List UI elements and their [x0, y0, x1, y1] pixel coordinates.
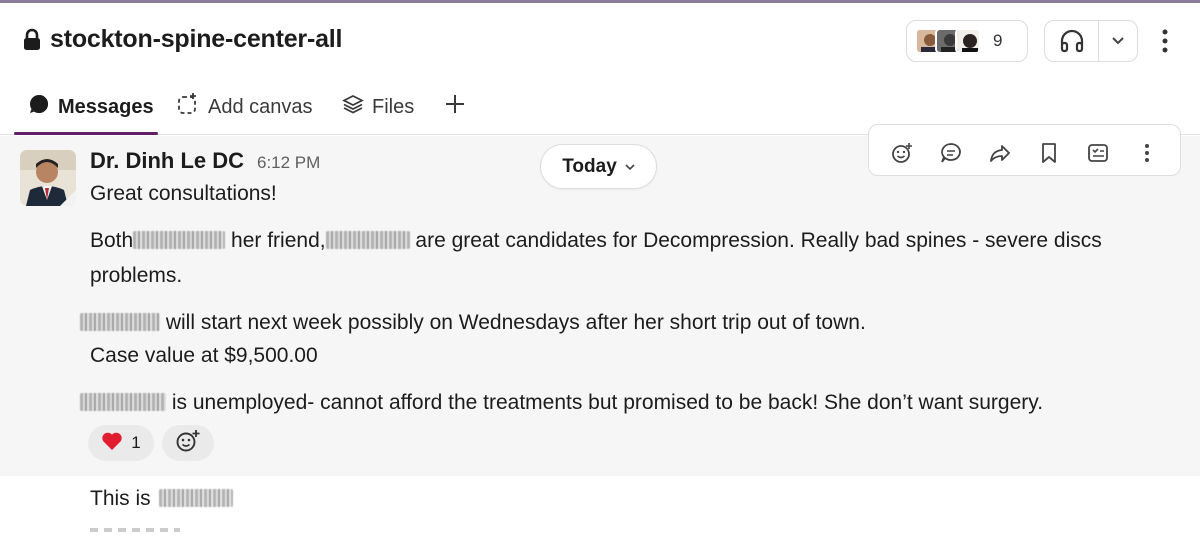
bookmark-icon[interactable] — [1034, 138, 1064, 168]
reaction-count: 1 — [131, 433, 141, 452]
tab-label: Files — [372, 95, 415, 118]
files-stack-icon — [342, 93, 364, 121]
reply-thread-icon[interactable] — [936, 138, 966, 168]
next-message-text: This is — [90, 487, 233, 511]
redacted-name — [80, 393, 166, 411]
tab-label: Messages — [58, 95, 154, 118]
sender-name[interactable]: Dr. Dinh Le DC — [90, 148, 244, 174]
member-count: 9 — [993, 31, 1003, 50]
more-actions-icon[interactable] — [1132, 138, 1162, 168]
lock-icon — [22, 28, 42, 52]
tab-label: Add canvas — [208, 95, 313, 118]
message-text-line: problems. — [90, 264, 183, 287]
add-tab-button[interactable] — [444, 92, 466, 122]
message-text: This is — [90, 487, 151, 510]
cut-off-text — [90, 528, 180, 532]
message-text-line: Great consultations! — [90, 182, 277, 205]
share-forward-icon[interactable] — [985, 138, 1015, 168]
date-divider-today[interactable]: Today — [540, 144, 657, 189]
channel-name: stockton-spine-center-all — [50, 25, 343, 53]
message-timestamp[interactable]: 6:12 PM — [257, 153, 320, 173]
save-to-list-icon[interactable] — [1083, 138, 1113, 168]
channel-header: stockton-spine-center-all 9 — [0, 3, 1200, 75]
avatar[interactable] — [20, 150, 76, 206]
message-text-line: Case value at $9,500.00 — [90, 344, 318, 367]
message-bubble-icon — [28, 93, 50, 121]
headphones-icon[interactable] — [1045, 21, 1099, 61]
huddle-button[interactable] — [1044, 20, 1138, 62]
heart-reaction-pill[interactable]: 1 — [88, 425, 154, 461]
message-actions-toolbar — [868, 124, 1181, 176]
message-text: Both — [90, 229, 134, 252]
tab-add-canvas[interactable]: Add canvas — [176, 92, 313, 122]
member-avatar — [955, 28, 981, 54]
redacted-name — [325, 231, 410, 249]
canvas-icon — [176, 92, 200, 122]
redacted-name — [133, 231, 226, 249]
add-reaction-button[interactable] — [162, 425, 214, 461]
redacted-name — [80, 313, 160, 331]
chevron-down-icon[interactable] — [1099, 36, 1137, 46]
message-text-line: will start next week possibly on Wednesd… — [80, 311, 866, 335]
tab-messages[interactable]: Messages — [28, 92, 154, 122]
chevron-down-icon — [625, 158, 635, 176]
redacted-name — [158, 489, 233, 507]
channel-title[interactable]: stockton-spine-center-all — [22, 25, 342, 54]
message-text-line: is unemployed- cannot afford the treatme… — [80, 391, 1043, 415]
add-reaction-icon[interactable] — [887, 138, 917, 168]
date-label: Today — [562, 155, 617, 177]
heart-icon — [101, 431, 123, 456]
active-tab-indicator — [14, 132, 158, 135]
message-text: are great candidates for Decompression. … — [409, 229, 1102, 252]
message-text-line: Both her friend, are great candidates fo… — [90, 229, 1102, 253]
plus-icon — [444, 93, 466, 121]
add-emoji-icon — [175, 429, 201, 458]
message-text: is unemployed- cannot afford the treatme… — [166, 391, 1044, 414]
tab-files[interactable]: Files — [342, 92, 414, 122]
message-text: her friend, — [225, 229, 326, 252]
message-text: will start next week possibly on Wednesd… — [160, 311, 866, 334]
members-button[interactable]: 9 — [906, 20, 1028, 62]
more-options-icon[interactable] — [1152, 25, 1178, 57]
